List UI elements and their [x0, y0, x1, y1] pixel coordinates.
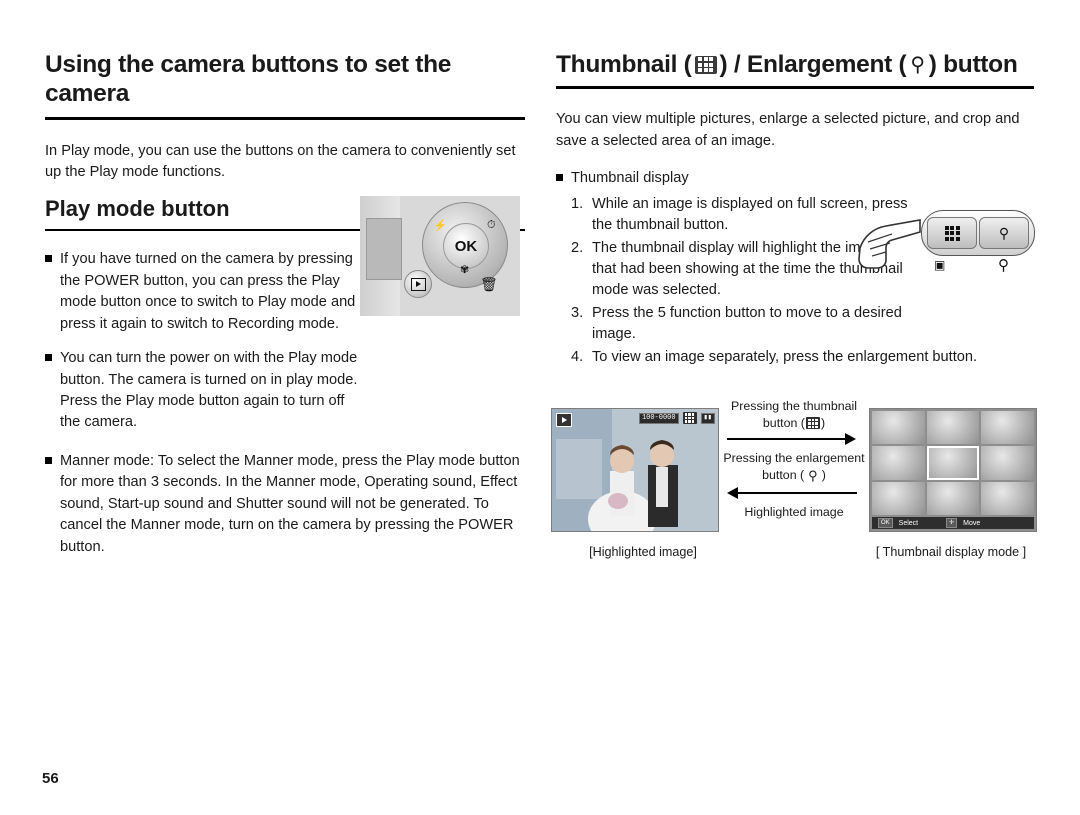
- thumbnail-grid-icon: [944, 225, 960, 241]
- thumbnail-cell: [981, 481, 1034, 515]
- battery-icon: ▮▮: [700, 412, 715, 424]
- figure-arrow-labels: Pressing the thumbnail button () Pressin…: [719, 398, 869, 548]
- magnifier-icon: ⚲: [998, 224, 1010, 241]
- thumbnail-cell: [926, 411, 980, 445]
- bullet-text: You can turn the power on with the Play …: [60, 350, 358, 431]
- left-intro-text: In Play mode, you can use the buttons on…: [45, 142, 516, 181]
- bullet-square-icon: [45, 456, 52, 464]
- right-page-title: Thumbnail ( ) / Enlargement ( ⚲ ) button: [556, 50, 1034, 90]
- arrow-left: [719, 486, 869, 500]
- hand-icon: [858, 219, 921, 269]
- bullet-square-icon: [45, 354, 52, 362]
- thumbnail-grid-icon: ▣: [934, 258, 946, 272]
- bullet-text: Thumbnail display: [571, 170, 689, 187]
- bullet-text: If you have turned on the camera by pres…: [60, 251, 356, 332]
- hand-pressing-zoom-illustration: ⚲ ▣ ⚲: [858, 200, 1038, 300]
- thumbnail-cell: [981, 446, 1034, 480]
- right-intro-text: You can view multiple pictures, enlarge …: [556, 111, 1020, 149]
- highlighted-image-note: Highlighted image: [744, 504, 844, 519]
- enlargement-arrow-label-line2: button (⚲): [719, 467, 869, 485]
- play-mode-button: [404, 270, 432, 298]
- thumbnail-grid: [872, 411, 1034, 515]
- thumbnail-cell: [926, 481, 980, 515]
- list-item: You can turn the power on with the Play …: [45, 348, 525, 434]
- step-number: 4.: [571, 348, 584, 365]
- delete-icon: 🗑: [480, 276, 498, 292]
- thumbnail-mode-figure: 100-0000 ▮▮ Pressing the thumbnail butto…: [551, 398, 1037, 568]
- enlargement-button: ⚲: [979, 217, 1029, 249]
- arrow-right: [719, 432, 869, 446]
- thumbnail-display-bullet: Thumbnail display: [556, 168, 1034, 189]
- thumbnail-arrow-label-line1: Pressing the thumbnail: [730, 399, 858, 413]
- thumbnail-cell: [981, 411, 1034, 445]
- thumbnail-cell: [872, 411, 925, 445]
- enlargement-arrow-label-close: ): [821, 468, 826, 483]
- list-item: Manner mode: To select the Manner mode, …: [45, 451, 525, 558]
- play-mode-icon: [556, 413, 572, 427]
- page-number: 56: [42, 770, 59, 787]
- wedding-photo: [552, 409, 718, 531]
- osd-status-bar: 100-0000 ▮▮: [638, 412, 715, 424]
- right-title-middle: ) / Enlargement (: [719, 51, 907, 78]
- bullet-text: Manner mode: To select the Manner mode, …: [60, 452, 520, 555]
- play-mode-icon: [410, 277, 426, 291]
- highlighted-image-photo: 100-0000 ▮▮: [551, 408, 719, 532]
- thumbnail-grid-icon: [805, 417, 820, 430]
- bullet-square-icon: [45, 255, 52, 263]
- caption-thumbnail-mode: [ Thumbnail display mode ]: [875, 545, 1027, 559]
- camera-lcd: [366, 218, 402, 280]
- thumbnail-grid-icon: [682, 412, 697, 424]
- right-title-prefix: Thumbnail (: [556, 51, 692, 78]
- magnifier-icon: ⚲: [808, 468, 818, 484]
- image-counter: 100-0000: [638, 412, 679, 424]
- left-column: Using the camera buttons to set the came…: [45, 50, 525, 198]
- bullet-square-icon: [556, 174, 563, 182]
- thumbnail-button: [927, 217, 977, 249]
- enlargement-arrow-label-line1: Pressing the enlargement: [723, 451, 865, 466]
- thumbnail-cell-highlighted: [926, 446, 980, 480]
- dpad-icon: ✛: [946, 517, 958, 529]
- self-timer-icon: ⏱: [487, 219, 496, 231]
- step-number: 1.: [571, 195, 584, 212]
- macro-icon: ✾: [460, 264, 470, 276]
- caption-highlighted-image: [Highlighted image]: [589, 545, 697, 559]
- camera-buttons-photo: OK ⚡ ⏱ ✾ 🗑: [360, 196, 520, 316]
- step-number: 2.: [571, 239, 584, 256]
- magnifier-icon: ⚲: [910, 53, 925, 76]
- enlargement-arrow-label-button: button (: [762, 468, 805, 483]
- zoom-buttons-capsule: ⚲: [921, 210, 1035, 256]
- thumbnail-status-bar: OK Select ✛ Move: [872, 517, 1034, 529]
- flash-icon: ⚡: [433, 220, 447, 232]
- list-item: 3. Press the 5 function button to move t…: [571, 303, 1034, 346]
- document-page: Using the camera buttons to set the came…: [0, 0, 1080, 815]
- thumbnail-display-photo: OK Select ✛ Move: [869, 408, 1037, 532]
- list-item: 4. To view an image separately, press th…: [571, 347, 1034, 368]
- thumbnail-arrow-label-button: button (: [762, 415, 805, 430]
- step-text: To view an image separately, press the e…: [592, 348, 978, 365]
- thumbnail-cell: [872, 446, 925, 480]
- step-text: Press the 5 function button to move to a…: [592, 304, 902, 343]
- thumbnail-arrow-label-close: ): [820, 415, 826, 430]
- thumbnail-cell: [872, 481, 925, 515]
- move-label: Move: [963, 519, 981, 527]
- left-page-title: Using the camera buttons to set the came…: [45, 50, 525, 120]
- thumbnail-arrow-label-line2: button (): [719, 415, 869, 432]
- right-title-suffix: ) button: [928, 51, 1018, 78]
- thumbnail-grid-icon: [694, 55, 717, 74]
- select-label: Select: [898, 519, 919, 527]
- ok-key-icon: OK: [878, 517, 893, 529]
- step-number: 3.: [571, 304, 584, 321]
- magnifier-icon: ⚲: [998, 257, 1009, 274]
